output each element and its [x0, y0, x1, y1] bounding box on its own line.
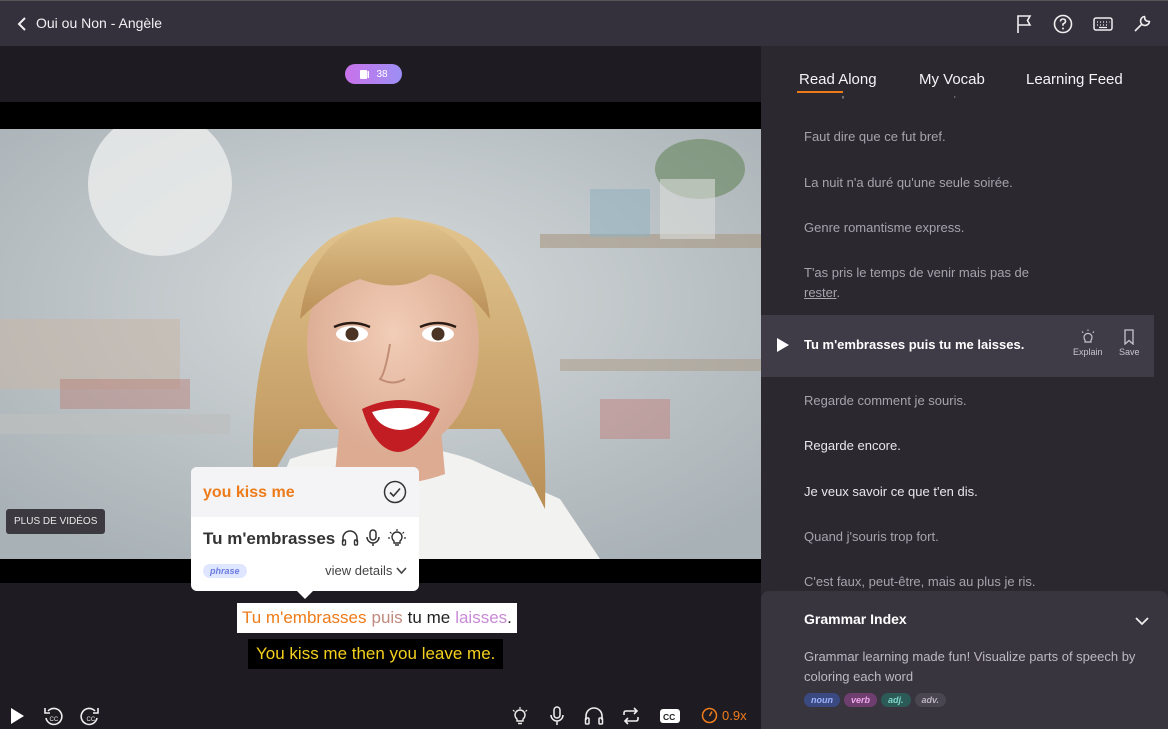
word-popup: you kiss me Tu m'embrasses phrase view d…: [191, 467, 419, 599]
subtitle-french[interactable]: Tu m'embrasses puis tu me laisses.: [237, 603, 517, 633]
letterbox-top: [0, 102, 761, 129]
video-badge[interactable]: 38: [345, 64, 402, 84]
popup-translation: you kiss me: [203, 484, 295, 501]
save-label: Save: [1119, 347, 1140, 357]
active-lyric-row[interactable]: Tu m'embrasses puis tu me laisses. Expla…: [761, 315, 1154, 377]
lyric-line[interactable]: Quand j'souris trop fort.: [804, 527, 939, 547]
lyric-line[interactable]: Regarde comment je souris.: [804, 391, 967, 411]
explain-label: Explain: [1073, 347, 1103, 357]
lyric-text: T'as pris le temps de venir mais pas de: [804, 265, 1030, 280]
side-panel: Celle qui combat tes nuits, celle à mari…: [761, 46, 1168, 729]
keyboard-icon[interactable]: [1092, 13, 1114, 35]
lyric-line[interactable]: C'est faux, peut-être, mais au plus je r…: [804, 572, 1036, 592]
lyric-line-multi[interactable]: T'as pris le temps de venir mais pas de …: [804, 263, 1029, 303]
tab-read-along[interactable]: Read Along: [799, 71, 877, 88]
playback-speed[interactable]: 0.9x: [701, 707, 747, 724]
lyric-line[interactable]: Genre romantisme express.: [804, 218, 964, 238]
pos-chip-adj[interactable]: adj.: [881, 693, 911, 707]
subtitle-word[interactable]: tu me: [408, 608, 451, 628]
svg-text:CC: CC: [663, 712, 675, 722]
lyric-punctuation: .: [836, 285, 841, 300]
tab-my-vocab[interactable]: My Vocab: [919, 71, 985, 88]
lyric-line[interactable]: La nuit n'a duré qu'une seule soirée.: [804, 173, 1013, 193]
lyrics-list[interactable]: Celle qui combat tes nuits, celle à mari…: [761, 46, 1168, 591]
microphone-icon[interactable]: [363, 528, 383, 548]
cards-icon: [360, 69, 370, 79]
back-chevron-icon[interactable]: [14, 14, 30, 34]
forward-cc-icon[interactable]: CC: [79, 705, 101, 727]
headphones-icon[interactable]: [340, 528, 360, 548]
subtitle-word[interactable]: puis: [371, 608, 402, 628]
play-icon[interactable]: [776, 337, 790, 353]
subtitle-word[interactable]: laisses: [455, 608, 507, 628]
phrase-tag: phrase: [203, 564, 247, 578]
lyric-line[interactable]: Regarde encore.: [804, 436, 901, 456]
more-videos-button[interactable]: PLUS DE VIDÉOS: [6, 509, 106, 534]
speed-value: 0.9x: [722, 708, 747, 723]
view-details-link[interactable]: view details: [325, 563, 407, 578]
badge-count: 38: [376, 68, 388, 80]
captions-icon[interactable]: CC: [659, 705, 681, 727]
popup-header: you kiss me: [191, 467, 419, 517]
lyric-line[interactable]: Faut dire que ce fut bref.: [804, 127, 946, 147]
lyric-line[interactable]: Je veux savoir ce que t'en dis.: [804, 482, 978, 502]
svg-text:CC: CC: [87, 717, 96, 723]
flag-icon[interactable]: [1013, 13, 1035, 35]
chevron-down-icon[interactable]: [1134, 613, 1150, 629]
pos-chip-verb[interactable]: verb: [844, 693, 878, 707]
pos-chip-adv[interactable]: adv.: [914, 693, 947, 707]
wrench-icon[interactable]: [1131, 13, 1153, 35]
bookmark-icon: [1124, 329, 1134, 346]
underlined-word[interactable]: rester: [804, 285, 837, 300]
play-icon[interactable]: [6, 705, 28, 727]
explain-button[interactable]: Explain: [1073, 329, 1103, 357]
microphone-icon[interactable]: [546, 705, 568, 727]
svg-text:CC: CC: [50, 717, 59, 723]
grammar-index-card: Grammar Index Grammar learning made fun!…: [761, 591, 1168, 729]
panel-tabs: Read Along My Vocab Learning Feed: [761, 46, 1168, 96]
part-of-speech-chips: noun verb adj. adv.: [804, 693, 947, 707]
subtitle-word[interactable]: Tu m'embrasses: [242, 608, 366, 628]
grammar-description: Grammar learning made fun! Visualize par…: [804, 649, 1136, 684]
video-area: 38 PLUS DE VIDÉOS you kiss me Tu m'embra…: [0, 46, 761, 729]
tab-learning-feed[interactable]: Learning Feed: [1026, 71, 1123, 88]
video-title: Oui ou Non - Angèle: [36, 15, 163, 31]
repeat-icon[interactable]: [620, 705, 642, 727]
subtitle-english: You kiss me then you leave me.: [248, 639, 504, 669]
rewind-cc-icon[interactable]: CC: [42, 705, 64, 727]
check-circle-icon[interactable]: [383, 480, 407, 504]
popup-phrase: Tu m'embrasses: [203, 529, 336, 548]
lightbulb-icon[interactable]: [387, 528, 407, 548]
lightbulb-icon: [1081, 329, 1095, 343]
pos-chip-noun[interactable]: noun: [804, 693, 840, 707]
headphones-icon[interactable]: [583, 705, 605, 727]
app: Oui ou Non - Angèle 38 PLUS DE VIDÉOS yo…: [0, 0, 1168, 729]
grammar-title: Grammar Index: [804, 611, 907, 627]
active-tab-underline: [797, 91, 843, 93]
active-lyric-text: Tu m'embrasses puis tu me laisses.: [804, 337, 1025, 352]
speed-gauge-icon: [701, 707, 718, 724]
chevron-down-icon: [396, 567, 407, 575]
view-details-label: view details: [325, 563, 393, 578]
help-icon[interactable]: [1052, 13, 1074, 35]
popup-arrow: [297, 591, 313, 599]
save-button[interactable]: Save: [1119, 329, 1140, 357]
subtitle-word[interactable]: .: [507, 608, 512, 628]
top-bar: Oui ou Non - Angèle: [0, 0, 1168, 46]
lightbulb-icon[interactable]: [509, 705, 531, 727]
